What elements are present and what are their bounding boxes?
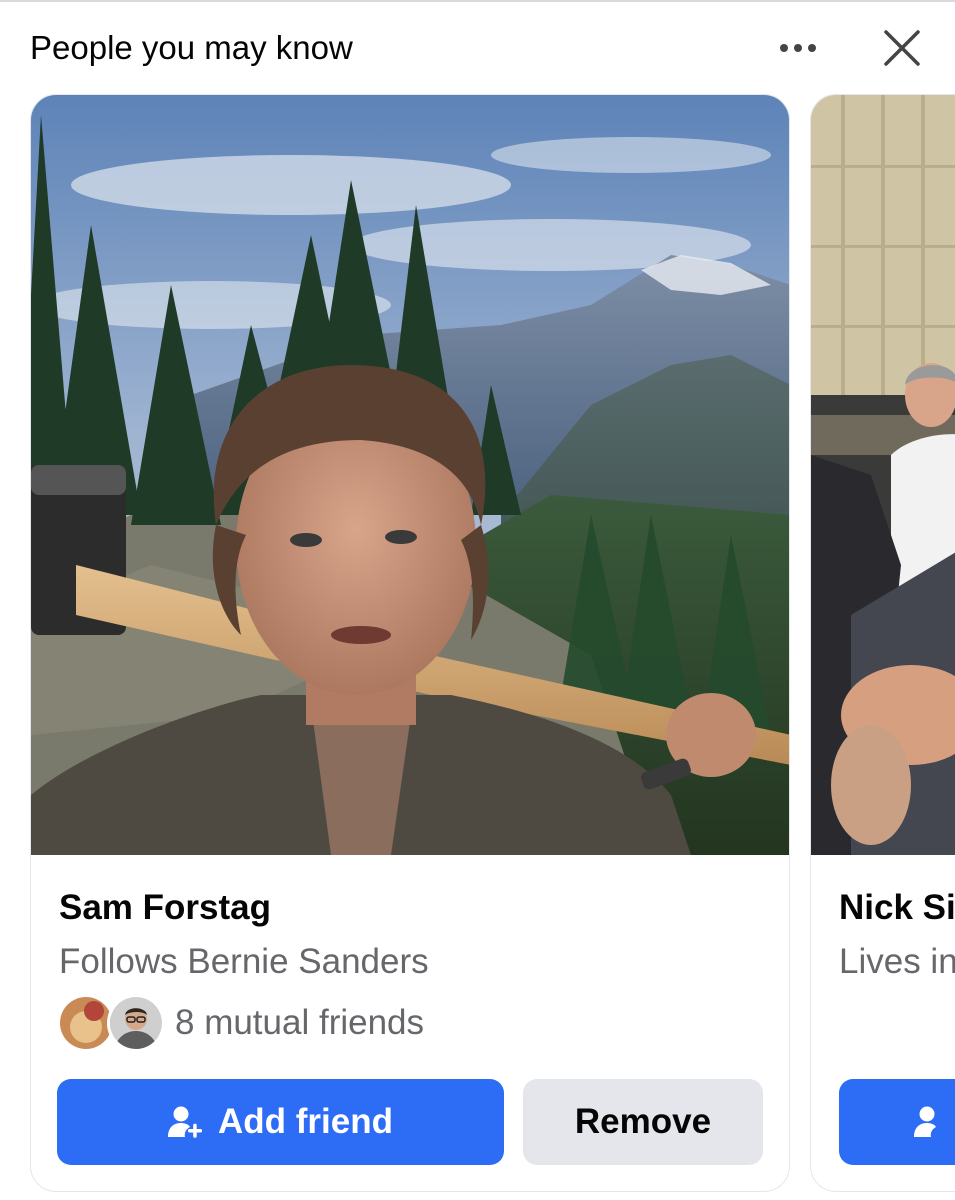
add-friend-label: Add friend: [218, 1102, 393, 1141]
profile-photo[interactable]: [31, 95, 789, 855]
section-title: People you may know: [30, 29, 353, 66]
close-icon: [884, 30, 920, 66]
person-card[interactable]: Sam Forstag Follows Bernie Sanders 8 mut…: [30, 94, 790, 1192]
remove-label: Remove: [574, 1102, 712, 1141]
more-dots-icon: [780, 44, 816, 52]
person-subtitle: Lives in: [839, 942, 955, 981]
close-button[interactable]: [876, 22, 928, 74]
add-friend-button[interactable]: Add friend: [57, 1079, 504, 1165]
mutual-friend-avatar: [107, 994, 165, 1052]
add-friend-button[interactable]: [839, 1079, 955, 1165]
person-card[interactable]: Nick Si Lives in: [810, 94, 955, 1192]
remove-button[interactable]: Remove: [523, 1079, 763, 1165]
add-person-icon: [914, 1105, 950, 1139]
more-options-button[interactable]: [770, 30, 826, 66]
person-name[interactable]: Sam Forstag: [59, 887, 271, 929]
person-subtitle: Follows Bernie Sanders: [59, 942, 429, 981]
mutual-friends-count[interactable]: 8 mutual friends: [175, 1003, 424, 1043]
profile-photo[interactable]: [811, 95, 955, 855]
section-header: People you may know: [0, 0, 955, 94]
person-name[interactable]: Nick Si: [839, 887, 955, 929]
mutual-friends[interactable]: 8 mutual friends: [57, 993, 424, 1053]
add-person-icon: [168, 1105, 204, 1139]
